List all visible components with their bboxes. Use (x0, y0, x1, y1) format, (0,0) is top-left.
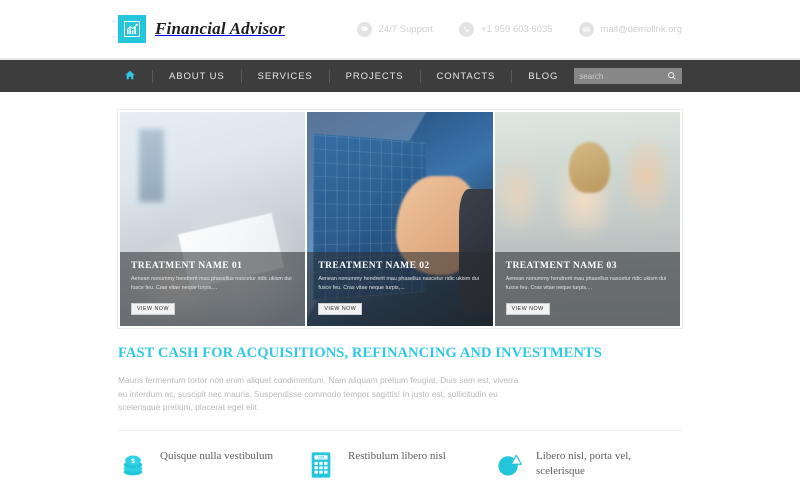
nav-list: ABOUT US SERVICES PROJECTS CONTACTS BLOG (118, 60, 574, 92)
envelope-icon (578, 21, 594, 37)
slide-title: TREATMENT NAME 01 (131, 261, 243, 272)
view-now-button[interactable]: VIEW NOW (318, 303, 363, 315)
contact-phone-label: +1 959 603 6035 (480, 23, 553, 35)
calculator-icon: 123 (306, 449, 336, 481)
chat-bubble-icon (356, 21, 372, 37)
intro-section: FAST CASH FOR ACQUISITIONS, REFINANCING … (118, 345, 682, 415)
svg-text:$: $ (131, 458, 135, 465)
section-divider (118, 430, 682, 431)
feature-item[interactable]: 123 Restibulum libero nisl (306, 449, 494, 481)
intro-paragraph: Mauris fermentum tortor non enim aliquet… (118, 375, 519, 413)
bar-chart-growth-icon (118, 15, 146, 43)
slide-item[interactable]: TREATMENT NAME 03 Aenean nonummy hendrer… (494, 112, 680, 326)
slide-item[interactable]: TREATMENT NAME 02 Aenean nonummy hendrer… (307, 112, 493, 326)
sidebar-item-home[interactable] (118, 69, 152, 84)
slide-title: TREATMENT NAME 02 (318, 261, 430, 272)
feature-item[interactable]: $ Quisque nulla vestibulum (118, 449, 306, 481)
feature-label: Quisque nulla vestibulum (160, 450, 274, 462)
search-button[interactable] (667, 69, 677, 84)
featured-slider: TREATMENT NAME 01 Aenean nonummy hendrer… (118, 110, 682, 328)
contact-email[interactable]: mail@demolink.org (578, 21, 682, 37)
feature-label: Restibulum libero nisl (348, 450, 446, 462)
contact-email-label: mail@demolink.org (600, 23, 682, 35)
nav-item-services[interactable]: SERVICES (242, 71, 329, 82)
coins-stack-icon: $ (118, 449, 148, 481)
slide-text: Aenean nonummy hendrerit mau phasellus n… (505, 276, 667, 291)
site-logo[interactable]: Financial Advisor (118, 15, 285, 43)
svg-text:123: 123 (318, 456, 324, 460)
home-icon (124, 69, 136, 84)
header-contacts: 24/7 Support +1 959 603 6035 mail@demoli… (356, 21, 682, 37)
features-row: $ Quisque nulla vestibulum 123 Restibulu… (118, 449, 682, 481)
nav-item-blog[interactable]: BLOG (512, 71, 574, 82)
search-input[interactable] (579, 71, 667, 81)
view-now-button[interactable]: VIEW NOW (131, 303, 175, 315)
slide-text: Aenean nonummy hendrerit mau phasellus n… (318, 276, 479, 291)
nav-item-projects[interactable]: PROJECTS (330, 71, 420, 82)
search-icon (667, 69, 677, 84)
slide-item[interactable]: TREATMENT NAME 01 Aenean nonummy hendrer… (120, 112, 306, 326)
site-header: Financial Advisor 24/7 Support +1 959 60… (0, 0, 800, 58)
slide-caption: TREATMENT NAME 02 Aenean nonummy hendrer… (307, 252, 493, 326)
main-navigation: ABOUT US SERVICES PROJECTS CONTACTS BLOG (0, 58, 800, 92)
nav-item-contacts[interactable]: CONTACTS (421, 71, 512, 82)
phone-icon (458, 21, 474, 37)
contact-phone[interactable]: +1 959 603 6035 (458, 21, 553, 37)
pie-chart-icon (494, 449, 524, 481)
logo-text: Financial Advisor (155, 19, 285, 38)
feature-item[interactable]: Libero nisl, porta vel, scelerisque (494, 449, 682, 481)
slide-caption: TREATMENT NAME 03 Aenean nonummy hendrer… (494, 252, 680, 326)
view-now-button[interactable]: VIEW NOW (505, 303, 550, 315)
search-box[interactable] (574, 68, 682, 84)
page-root: Financial Advisor 24/7 Support +1 959 60… (0, 0, 800, 500)
slide-text: Aenean nonummy hendrerit mau phasellus n… (131, 276, 292, 291)
feature-label: Libero nisl, porta vel, scelerisque (536, 450, 632, 477)
nav-item-about-us[interactable]: ABOUT US (153, 71, 241, 82)
page-title: FAST CASH FOR ACQUISITIONS, REFINANCING … (118, 345, 602, 361)
contact-support[interactable]: 24/7 Support (356, 21, 433, 37)
slide-title: TREATMENT NAME 03 (505, 261, 617, 272)
slide-caption: TREATMENT NAME 01 Aenean nonummy hendrer… (120, 252, 306, 326)
contact-support-label: 24/7 Support (378, 23, 433, 35)
